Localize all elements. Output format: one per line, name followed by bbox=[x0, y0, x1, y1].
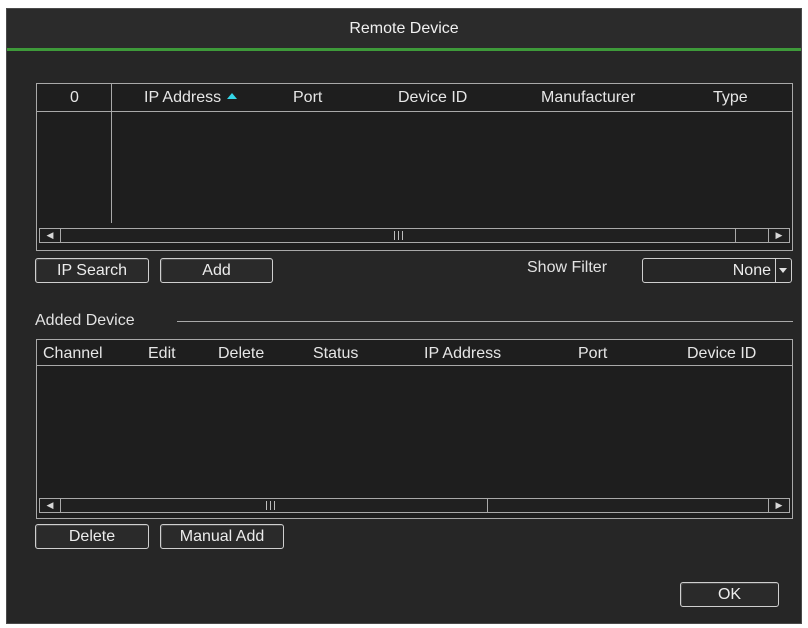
remote-device-window: Remote Device 0 IP Address Port Device I… bbox=[6, 8, 802, 624]
arrow-right-icon[interactable]: ▶ bbox=[768, 229, 789, 242]
scrollbar-grip bbox=[402, 231, 403, 240]
column-header-port[interactable]: Port bbox=[293, 84, 322, 111]
search-results-table: 0 IP Address Port Device ID Manufacturer… bbox=[36, 83, 793, 251]
ok-button[interactable]: OK bbox=[680, 582, 779, 607]
column-header-ip-address[interactable]: IP Address bbox=[424, 340, 501, 367]
show-filter-value: None bbox=[732, 262, 771, 279]
arrow-left-icon[interactable]: ◀ bbox=[40, 499, 61, 512]
manual-add-button[interactable]: Manual Add bbox=[160, 524, 284, 549]
added-table-scrollbar[interactable]: ◀ ▶ bbox=[39, 498, 790, 513]
column-header-status[interactable]: Status bbox=[313, 340, 358, 367]
show-filter-select[interactable]: None bbox=[642, 258, 792, 283]
column-header-device-id[interactable]: Device ID bbox=[687, 340, 756, 367]
ip-search-button[interactable]: IP Search bbox=[35, 258, 149, 283]
added-device-table: Channel Edit Delete Status IP Address Po… bbox=[36, 339, 793, 519]
window-title: Remote Device bbox=[7, 9, 801, 51]
delete-button[interactable]: Delete bbox=[35, 524, 149, 549]
column-header-edit[interactable]: Edit bbox=[148, 340, 176, 367]
show-filter-label: Show Filter bbox=[527, 259, 608, 276]
scrollbar-grip bbox=[266, 501, 267, 510]
column-header-ip-address-label: IP Address bbox=[144, 89, 222, 106]
column-header-channel[interactable]: Channel bbox=[43, 340, 103, 367]
add-button[interactable]: Add bbox=[160, 258, 273, 283]
scrollbar-grip bbox=[398, 231, 399, 240]
column-header-ip-address[interactable]: IP Address bbox=[144, 84, 238, 111]
scrollbar-grip bbox=[270, 501, 271, 510]
column-header-index[interactable]: 0 bbox=[70, 84, 79, 111]
column-header-delete[interactable]: Delete bbox=[218, 340, 264, 367]
arrow-right-icon[interactable]: ▶ bbox=[768, 499, 789, 512]
group-divider bbox=[177, 321, 793, 322]
column-header-port[interactable]: Port bbox=[578, 340, 607, 367]
scrollbar-grip bbox=[274, 501, 275, 510]
column-header-device-id[interactable]: Device ID bbox=[398, 84, 467, 111]
column-header-manufacturer[interactable]: Manufacturer bbox=[541, 84, 635, 111]
scrollbar-thumb[interactable] bbox=[60, 499, 488, 512]
search-table-scrollbar[interactable]: ◀ ▶ bbox=[39, 228, 790, 243]
chevron-down-icon[interactable] bbox=[775, 259, 791, 282]
added-device-group-label: Added Device bbox=[35, 312, 135, 329]
search-table-header: 0 IP Address Port Device ID Manufacturer… bbox=[37, 84, 792, 112]
added-table-header: Channel Edit Delete Status IP Address Po… bbox=[37, 340, 792, 366]
sort-ascending-icon bbox=[227, 93, 238, 100]
column-header-type[interactable]: Type bbox=[713, 84, 748, 111]
arrow-left-icon[interactable]: ◀ bbox=[40, 229, 61, 242]
column-divider bbox=[111, 84, 112, 223]
scrollbar-grip bbox=[394, 231, 395, 240]
scrollbar-thumb[interactable] bbox=[68, 229, 736, 242]
